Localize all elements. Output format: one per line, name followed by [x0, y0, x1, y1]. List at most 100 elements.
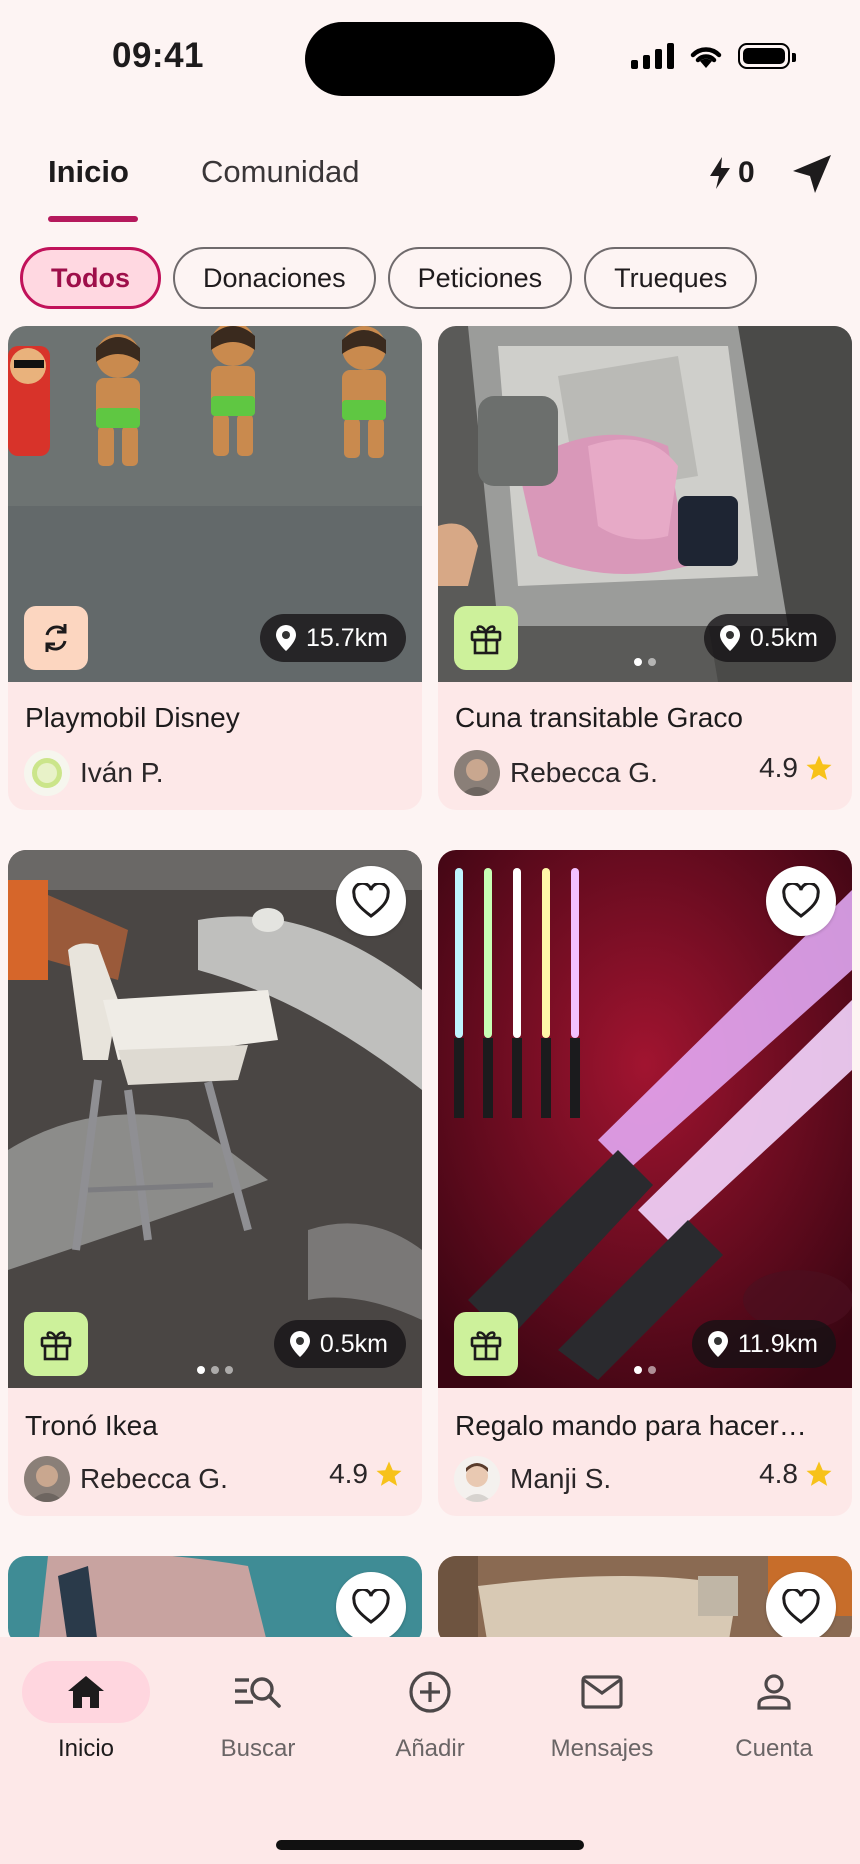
- account-icon: [757, 1674, 791, 1710]
- rating-value: 4.9: [759, 752, 798, 783]
- chip-todos[interactable]: Todos: [20, 247, 161, 309]
- image-pager: [438, 658, 852, 666]
- listing-card[interactable]: [8, 1556, 422, 1646]
- location-pin-icon: [707, 1331, 728, 1357]
- avatar: [454, 1456, 500, 1502]
- nav-anadir[interactable]: Añadir: [355, 1661, 505, 1763]
- star-icon: [806, 755, 832, 780]
- chip-peticiones[interactable]: Peticiones: [387, 247, 573, 309]
- nav-icon-pill: [538, 1661, 666, 1723]
- wifi-icon: [690, 47, 722, 68]
- nav-label: Añadir: [395, 1735, 465, 1762]
- chip-donaciones[interactable]: Donaciones: [172, 247, 376, 309]
- heart-icon: [782, 1589, 820, 1624]
- user-rating: 4.9: [759, 752, 834, 784]
- user-name: Manji S.: [510, 1463, 612, 1494]
- nav-label: Inicio: [57, 1735, 115, 1762]
- nav-label: Cuenta: [735, 1735, 813, 1762]
- user-name: Iván P.: [80, 757, 164, 788]
- listing-title[interactable]: Playmobil Disney: [25, 702, 410, 734]
- listing-title[interactable]: Cuna transitable Graco: [455, 702, 840, 734]
- listing-title[interactable]: Tronó Ikea: [25, 1410, 410, 1442]
- nav-icon-pill: [710, 1661, 838, 1723]
- nav-mensajes[interactable]: Mensajes: [527, 1661, 677, 1763]
- favorite-button[interactable]: [766, 866, 836, 936]
- location-pin-icon: [719, 625, 740, 651]
- user-rating: 4.9: [329, 1458, 404, 1490]
- listing-user[interactable]: Rebecca G.: [454, 750, 658, 796]
- distance-value: 15.7km: [306, 623, 388, 652]
- heart-icon: [352, 883, 390, 918]
- listing-card[interactable]: 15.7km Playmobil Disney Iván P.: [8, 326, 422, 810]
- favorite-button[interactable]: [336, 866, 406, 936]
- nav-buscar[interactable]: Buscar: [183, 1661, 333, 1763]
- points-counter[interactable]: 0: [708, 156, 755, 190]
- distance-badge: 0.5km: [273, 1320, 406, 1368]
- user-name: Rebecca G.: [510, 757, 658, 788]
- tab-inicio[interactable]: Inicio: [48, 154, 129, 190]
- user-rating: 4.8: [759, 1458, 834, 1490]
- listing-image[interactable]: 11.9km: [438, 850, 852, 1388]
- search-icon: [235, 1677, 281, 1708]
- image-pager: [8, 1366, 422, 1374]
- listing-image[interactable]: 0.5km: [438, 326, 852, 682]
- active-tab-indicator: [48, 216, 138, 222]
- top-header: Inicio Comunidad 0: [0, 140, 860, 230]
- home-indicator: [276, 1840, 584, 1850]
- dynamic-island: [305, 22, 555, 96]
- chip-trueques[interactable]: Trueques: [584, 247, 758, 309]
- listing-card[interactable]: 11.9km Regalo mando para hacer… Manji S.…: [438, 850, 852, 1516]
- heart-icon: [782, 883, 820, 918]
- tab-comunidad[interactable]: Comunidad: [201, 154, 360, 190]
- points-value: 0: [738, 156, 755, 189]
- nav-cuenta[interactable]: Cuenta: [699, 1661, 849, 1763]
- distance-badge: 0.5km: [703, 614, 836, 662]
- listing-title[interactable]: Regalo mando para hacer…: [455, 1410, 840, 1442]
- distance-value: 0.5km: [749, 623, 818, 652]
- status-time: 09:41: [112, 36, 205, 75]
- listing-user[interactable]: Manji S.: [454, 1456, 611, 1502]
- nav-icon-pill: [194, 1661, 322, 1723]
- listing-user[interactable]: Iván P.: [24, 750, 164, 796]
- avatar: [454, 750, 500, 796]
- status-bar: 09:41: [0, 0, 860, 110]
- rating-value: 4.8: [759, 1458, 798, 1489]
- avatar: [24, 1456, 70, 1502]
- location-arrow-icon[interactable]: [790, 152, 834, 196]
- status-icons: [631, 42, 796, 70]
- location-pin-icon: [289, 1331, 310, 1357]
- battery-icon: [738, 43, 796, 69]
- listing-user[interactable]: Rebecca G.: [24, 1456, 228, 1502]
- heart-icon: [352, 1589, 390, 1624]
- nav-label: Mensajes: [550, 1735, 654, 1762]
- nav-inicio[interactable]: Inicio: [11, 1661, 161, 1763]
- add-icon: [409, 1671, 451, 1713]
- listing-image[interactable]: [8, 1556, 422, 1646]
- listing-card[interactable]: [438, 1556, 852, 1646]
- distance-badge: 15.7km: [260, 614, 406, 662]
- listing-image[interactable]: 15.7km: [8, 326, 422, 682]
- swap-badge: [24, 606, 88, 670]
- nav-icon-pill: [22, 1661, 150, 1723]
- bottom-navigation: Inicio Buscar Añadir Mensajes Cuenta: [0, 1637, 860, 1864]
- avatar: [24, 750, 70, 796]
- favorite-button[interactable]: [336, 1572, 406, 1642]
- user-name: Rebecca G.: [80, 1463, 228, 1494]
- distance-value: 11.9km: [737, 1329, 818, 1358]
- rating-value: 4.9: [329, 1458, 368, 1489]
- cellular-signal-icon: [631, 43, 674, 69]
- home-icon: [68, 1676, 104, 1708]
- listing-card[interactable]: 0.5km Cuna transitable Graco Rebecca G. …: [438, 326, 852, 810]
- favorite-button[interactable]: [766, 1572, 836, 1642]
- listing-image[interactable]: 0.5km: [8, 850, 422, 1388]
- distance-value: 0.5km: [319, 1329, 388, 1358]
- gift-icon: [470, 625, 502, 655]
- swap-icon: [45, 624, 67, 652]
- gift-icon: [40, 1331, 72, 1361]
- listing-image[interactable]: [438, 1556, 852, 1646]
- listing-card[interactable]: 0.5km Tronó Ikea Rebecca G. 4.9: [8, 850, 422, 1516]
- nav-label: Buscar: [220, 1735, 296, 1762]
- star-icon: [376, 1461, 402, 1486]
- gift-icon: [470, 1331, 502, 1361]
- lightning-icon: [710, 157, 730, 189]
